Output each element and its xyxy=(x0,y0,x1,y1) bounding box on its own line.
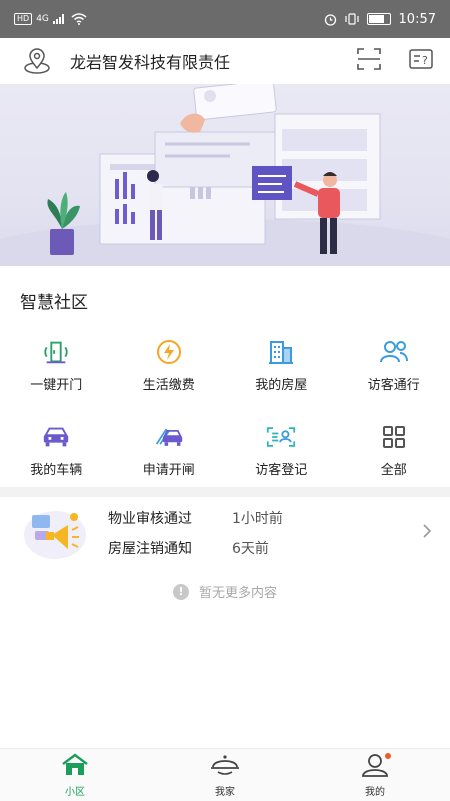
tab-label: 我的 xyxy=(365,783,385,798)
grid-all-icon xyxy=(379,423,409,451)
empty-hint: ! 暂无更多内容 xyxy=(0,582,450,601)
notice-title: 房屋注销通知 xyxy=(108,538,232,558)
hd-indicator: HD xyxy=(14,13,32,25)
notice-time: 1小时前 xyxy=(232,508,283,528)
wifi-icon xyxy=(71,13,87,25)
empty-hint-text: 暂无更多内容 xyxy=(199,582,277,601)
visitor-register-icon xyxy=(266,423,296,451)
tab-label: 我家 xyxy=(215,783,235,798)
notification-badge xyxy=(385,753,391,759)
status-right: 10:57 xyxy=(324,12,436,27)
status-bar: HD 4G 10:57 xyxy=(0,0,450,38)
notice-title: 物业审核通过 xyxy=(108,508,232,528)
location-pin-icon xyxy=(23,48,51,74)
battery-icon xyxy=(367,13,391,25)
community-name[interactable]: 龙岩智发科技有限责任 xyxy=(70,49,266,73)
vibrate-icon xyxy=(345,13,359,25)
door-open-icon xyxy=(41,338,71,366)
lightning-bill-icon xyxy=(154,338,184,366)
network-indicator: 4G xyxy=(36,14,49,24)
grid-item-life-payment[interactable]: 生活缴费 xyxy=(113,330,226,415)
grid-item-my-house[interactable]: 我的房屋 xyxy=(225,330,338,415)
service-grid: 一键开门 生活缴费 我的房屋 xyxy=(0,330,450,500)
tab-community[interactable]: 小区 xyxy=(0,749,150,801)
location-button[interactable] xyxy=(22,46,52,76)
section-divider xyxy=(0,487,450,497)
car-gate-icon xyxy=(154,423,184,451)
home-icon xyxy=(60,753,90,781)
grid-label: 访客通行 xyxy=(368,374,420,393)
tab-label: 小区 xyxy=(65,783,85,798)
grid-label: 全部 xyxy=(381,459,407,478)
status-left: HD 4G xyxy=(14,13,87,25)
help-card-icon: ? xyxy=(408,47,434,71)
help-button[interactable]: ? xyxy=(408,47,434,75)
info-icon: ! xyxy=(173,584,189,600)
signal-icon xyxy=(53,14,67,24)
visitor-pass-icon xyxy=(379,338,409,366)
banner-illustration xyxy=(0,84,450,266)
clock: 10:57 xyxy=(399,12,436,27)
grid-label: 生活缴费 xyxy=(143,374,195,393)
chevron-right-icon[interactable] xyxy=(422,523,432,543)
grid-item-visitor-pass[interactable]: 访客通行 xyxy=(338,330,450,415)
bell-dome-icon xyxy=(209,753,241,781)
app-header: 龙岩智发科技有限责任 ? xyxy=(0,38,450,84)
notice-list: 物业审核通过 1小时前 房屋注销通知 6天前 xyxy=(108,508,283,558)
alarm-icon xyxy=(324,13,337,26)
grid-label: 一键开门 xyxy=(30,374,82,393)
svg-text:?: ? xyxy=(422,54,428,67)
notice-item[interactable]: 房屋注销通知 6天前 xyxy=(108,538,283,558)
grid-label: 我的房屋 xyxy=(255,374,307,393)
grid-label: 访客登记 xyxy=(255,459,307,478)
tab-mine[interactable]: 我的 xyxy=(300,749,450,801)
grid-label: 申请开闸 xyxy=(143,459,195,478)
notice-item[interactable]: 物业审核通过 1小时前 xyxy=(108,508,283,528)
megaphone-icon xyxy=(22,504,88,562)
tab-my-home[interactable]: 我家 xyxy=(150,749,300,801)
bottom-tab-bar: 小区 我家 我的 xyxy=(0,748,450,801)
scan-icon xyxy=(356,47,382,71)
grid-item-one-key-open[interactable]: 一键开门 xyxy=(0,330,113,415)
notice-panel[interactable]: 物业审核通过 1小时前 房屋注销通知 6天前 xyxy=(0,497,450,569)
car-icon xyxy=(41,423,71,451)
building-icon xyxy=(266,338,296,366)
notice-time: 6天前 xyxy=(232,538,269,558)
section-title: 智慧社区 xyxy=(20,288,88,313)
banner[interactable] xyxy=(0,84,450,266)
grid-label: 我的车辆 xyxy=(30,459,82,478)
scan-button[interactable] xyxy=(356,47,382,75)
